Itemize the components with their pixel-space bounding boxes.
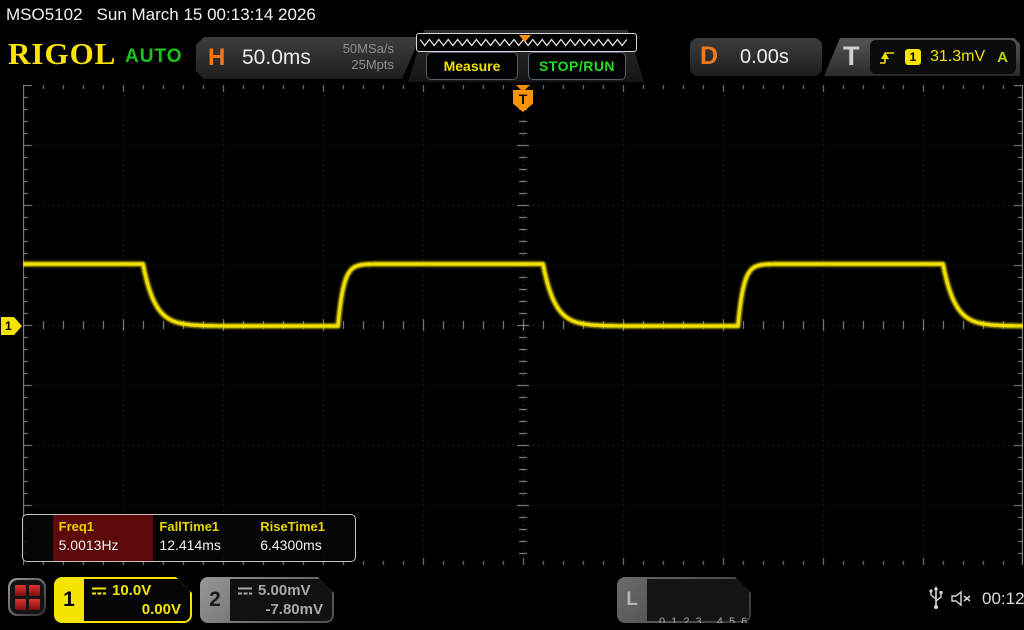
measurement-label: FallTime1 [159, 519, 254, 534]
measurement-freq1[interactable]: Freq1 5.0013Hz [53, 515, 154, 561]
logic-channels-pill[interactable]: L 0 1 2 3 4 5 6 7 8 9 1011 12131415 [617, 577, 751, 623]
delay-label: D [700, 42, 718, 71]
channel2-number: 2 [200, 577, 230, 623]
usb-icon [928, 586, 944, 610]
sample-rate-block: 50MSa/s 25Mpts [343, 41, 394, 73]
measurement-label: Freq1 [59, 519, 154, 534]
channel2-status-pill[interactable]: 2 5.00mV -7.80mV [200, 577, 334, 623]
trigger-box[interactable]: T 1 31.3mV A [824, 38, 1020, 76]
channel2-values: 5.00mV -7.80mV [230, 579, 332, 621]
measure-button[interactable]: Measure [426, 52, 518, 80]
channel2-scale: 5.00mV [258, 582, 311, 599]
channel1-scale: 10.0V [112, 582, 151, 599]
model-name: MSO5102 [6, 5, 83, 24]
stop-run-button[interactable]: STOP/RUN [528, 52, 626, 80]
trigger-level: 31.3mV [930, 48, 985, 66]
memory-depth: 25Mpts [343, 57, 394, 73]
waveform-display[interactable] [23, 85, 1023, 565]
trigger-label: T [843, 41, 860, 72]
horizontal-timebase-box[interactable]: H 50.0ms 50MSa/s 25Mpts [196, 37, 420, 79]
title-bar: MSO5102 Sun March 15 00:13:14 2026 [0, 0, 1024, 30]
trigger-mode: A [997, 49, 1008, 66]
rigol-logo: RIGOL [8, 36, 116, 72]
measurement-risetime1[interactable]: RiseTime1 6.4300ms [254, 515, 355, 561]
channel2-offset: -7.80mV [230, 599, 332, 618]
channel1-number: 1 [54, 577, 84, 623]
overview-zigzag-icon [417, 34, 634, 49]
channel1-status-pill[interactable]: 1 10.0V 0.00V [54, 577, 192, 623]
measurement-lead-space [23, 515, 53, 561]
datetime: Sun March 15 00:13:14 2026 [97, 5, 316, 24]
sound-muted-icon [950, 590, 974, 607]
measurement-value: 5.0013Hz [59, 537, 154, 553]
trigger-settings: 1 31.3mV A [870, 40, 1016, 74]
logic-channel-list: 0 1 2 3 4 5 6 7 8 9 1011 12131415 [647, 579, 749, 621]
rising-edge-icon [878, 49, 896, 65]
dc-coupling-icon [91, 586, 107, 596]
uptime-clock: 00:12 [982, 589, 1024, 609]
channel1-values: 10.0V 0.00V [84, 579, 190, 621]
logic-row-1: 0 1 2 3 4 5 6 7 [659, 615, 749, 630]
horizontal-label: H [208, 44, 225, 72]
timebase-value: 50.0ms [242, 46, 311, 70]
sample-rate: 50MSa/s [343, 41, 394, 57]
measurement-value: 12.414ms [159, 537, 254, 553]
delay-value: 0.00s [740, 46, 789, 69]
waveform-overview-strip[interactable] [416, 33, 637, 52]
measurement-falltime1[interactable]: FallTime1 12.414ms [153, 515, 254, 561]
measurement-label: RiseTime1 [260, 519, 355, 534]
logic-label: L [617, 577, 647, 623]
delay-box[interactable]: D 0.00s [690, 38, 822, 76]
overview-position-marker [519, 35, 531, 42]
trigger-source-badge: 1 [905, 49, 921, 65]
acquisition-mode-badge: AUTO [125, 46, 182, 68]
channel1-offset: 0.00V [84, 599, 190, 618]
measurement-value: 6.4300ms [260, 537, 355, 553]
measurement-results-box[interactable]: Freq1 5.0013Hz FallTime1 12.414ms RiseTi… [22, 514, 356, 562]
channel1-ground-marker[interactable]: 1 [1, 317, 22, 335]
dc-coupling-icon [237, 586, 253, 596]
display-windows-icon[interactable] [8, 578, 46, 616]
oscilloscope-screen: MSO5102Sun March 15 00:13:14 2026 RIGOL … [0, 0, 1024, 630]
